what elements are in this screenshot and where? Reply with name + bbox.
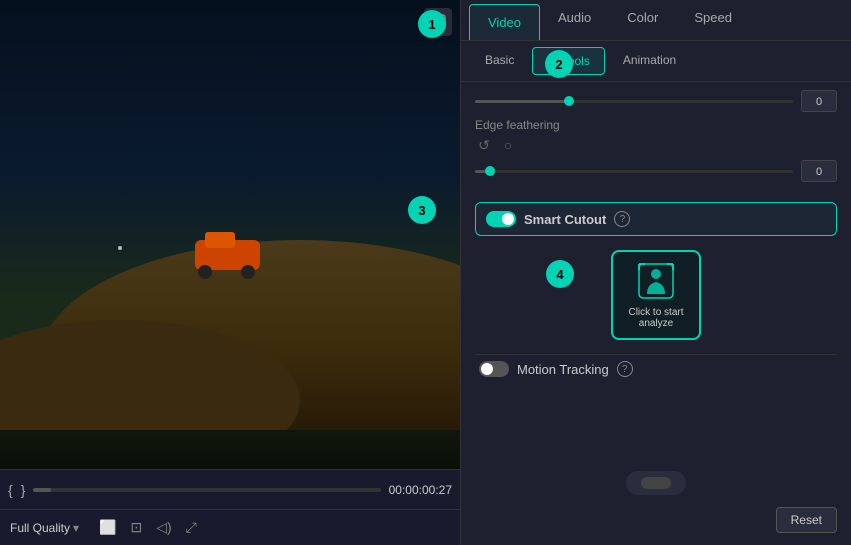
slider-reset-icons: ↺ ○: [475, 136, 517, 154]
bracket-left-icon[interactable]: {: [8, 482, 13, 498]
subtab-ai-tools[interactable]: AI Tools: [532, 47, 604, 75]
subtab-animation[interactable]: Animation: [609, 47, 690, 75]
slider-track-edge[interactable]: [475, 170, 793, 173]
bottom-toolbar: Full Quality ▾ ⬜ ⊡ ◁) ⤢: [0, 509, 460, 545]
analyze-person-icon: [636, 261, 676, 301]
sliders-section: 0 Edge feathering ↺ ○ 0: [461, 82, 851, 196]
timeline-bar[interactable]: [33, 488, 380, 492]
analyze-section: Click to start analyze: [475, 250, 837, 340]
quality-selector[interactable]: Full Quality ▾: [10, 521, 79, 535]
slider-row-1: 0: [475, 90, 837, 112]
tab-audio[interactable]: Audio: [540, 0, 609, 40]
timeline-markers: { }: [8, 482, 25, 498]
slider-value-1[interactable]: 0: [801, 90, 837, 112]
scroll-thumb: [641, 477, 671, 489]
video-area: [0, 0, 460, 469]
reset-icon[interactable]: ↺: [475, 136, 493, 154]
upload-icon: [430, 14, 446, 30]
top-tabs: Video Audio Color Speed: [461, 0, 851, 41]
screen-icon[interactable]: ⬜: [99, 519, 116, 536]
slider-track-1[interactable]: [475, 100, 793, 103]
edge-feathering-label: Edge feathering: [475, 118, 837, 132]
person-svg: [637, 262, 675, 300]
tab-speed[interactable]: Speed: [676, 0, 750, 40]
subtab-basic[interactable]: Basic: [471, 47, 528, 75]
smart-cutout-section: Smart Cutout ?: [475, 202, 837, 236]
analyze-button[interactable]: Click to start analyze: [611, 250, 701, 340]
bracket-right-icon[interactable]: }: [21, 482, 26, 498]
toolbar-icons: ⬜ ⊡ ◁) ⤢: [99, 519, 197, 536]
volume-icon[interactable]: ◁): [156, 519, 171, 536]
timeline-progress: [33, 488, 50, 492]
motion-tracking-help-icon[interactable]: ?: [617, 361, 633, 377]
reset-button[interactable]: Reset: [776, 507, 837, 533]
motion-tracking-section: Motion Tracking ?: [475, 354, 837, 383]
smart-cutout-toggle[interactable]: [486, 211, 516, 227]
quality-label: Full Quality: [10, 521, 70, 535]
tab-video[interactable]: Video: [469, 4, 540, 40]
video-panel: { } 00:00:00:27 Full Quality ▾ ⬜ ⊡ ◁) ⤢: [0, 0, 460, 545]
upload-icon-button[interactable]: [424, 8, 452, 36]
video-controls-bar: { } 00:00:00:27: [0, 469, 460, 509]
right-panel: Video Audio Color Speed Basic AI Tools A…: [460, 0, 851, 545]
smart-cutout-label: Smart Cutout: [524, 212, 606, 227]
smart-cutout-toggle-row: Smart Cutout ?: [486, 211, 826, 227]
motion-tracking-label: Motion Tracking: [517, 362, 609, 377]
slider-row-edge-feathering: ↺ ○: [475, 136, 837, 154]
motion-tracking-toggle[interactable]: [479, 361, 509, 377]
time-display: 00:00:00:27: [389, 483, 452, 497]
analyze-label: Click to start analyze: [613, 307, 699, 329]
slider-row-edge-feathering-track: 0: [475, 160, 837, 182]
slider-value-2[interactable]: 0: [801, 160, 837, 182]
smart-cutout-help-icon[interactable]: ?: [614, 211, 630, 227]
scroll-indicator: [626, 471, 686, 495]
main-container: { } 00:00:00:27 Full Quality ▾ ⬜ ⊡ ◁) ⤢: [0, 0, 851, 545]
camera-icon[interactable]: ⊡: [131, 519, 143, 536]
tab-color[interactable]: Color: [609, 0, 676, 40]
chevron-down-icon: ▾: [73, 521, 79, 535]
toggle-knob: [502, 213, 514, 225]
expand-icon[interactable]: ⤢: [186, 519, 197, 536]
circle-icon[interactable]: ○: [499, 136, 517, 154]
sub-tabs: Basic AI Tools Animation: [461, 41, 851, 82]
motion-toggle-knob: [481, 363, 493, 375]
video-scene-svg: [0, 0, 460, 430]
motion-toggle-row: Motion Tracking ?: [479, 361, 833, 377]
